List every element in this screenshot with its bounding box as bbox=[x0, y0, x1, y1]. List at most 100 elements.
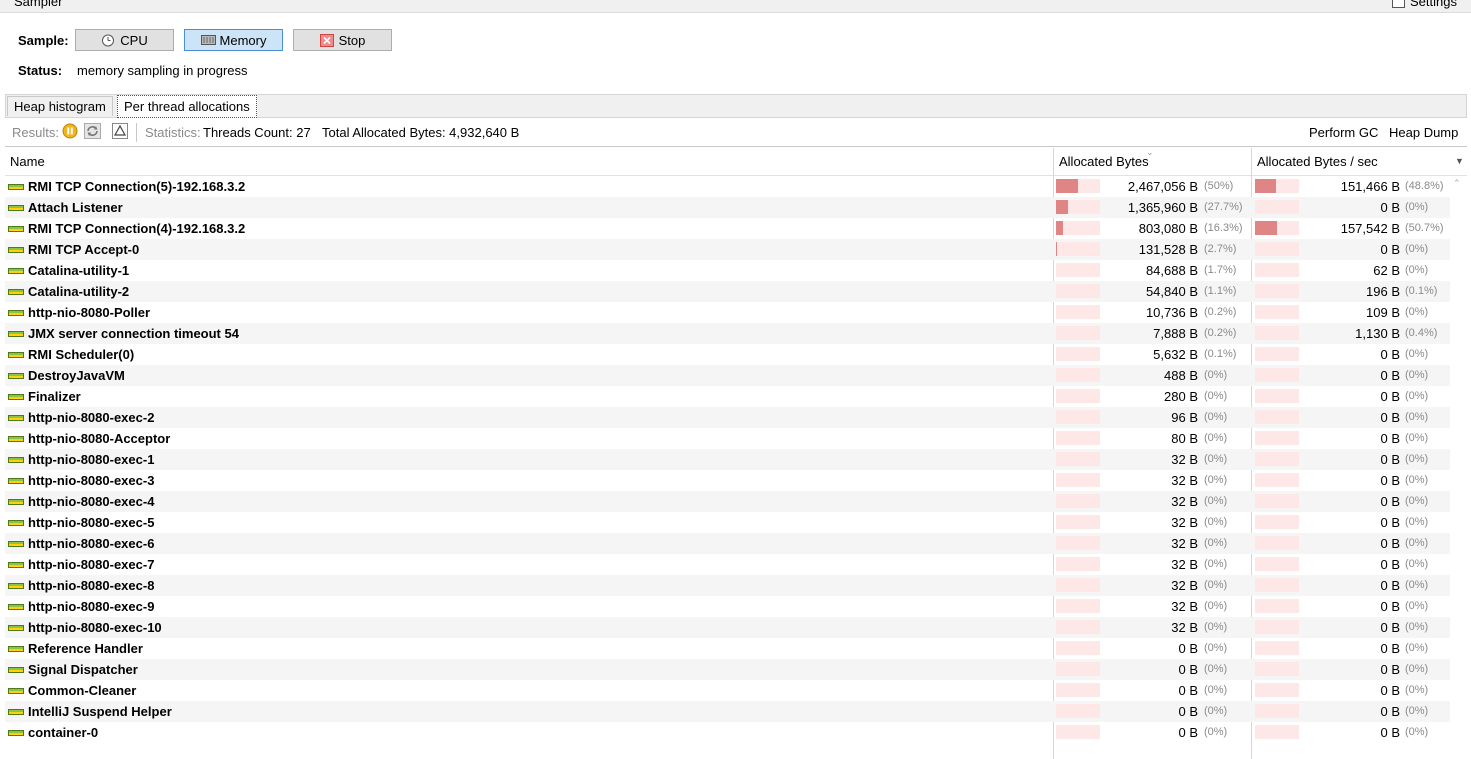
thread-name-cell: DestroyJavaVM bbox=[8, 368, 125, 383]
table-row[interactable]: JMX server connection timeout 54 7,888 B (… bbox=[5, 323, 1450, 344]
thread-name: http-nio-8080-exec-9 bbox=[28, 599, 155, 614]
allocated-bytes-cell: 32 B (0%) bbox=[1053, 533, 1250, 554]
allocated-bytes-percent: (0%) bbox=[1204, 411, 1228, 423]
settings-checkbox[interactable] bbox=[1392, 0, 1406, 8]
thread-name: RMI TCP Connection(4)-192.168.3.2 bbox=[28, 221, 246, 236]
thread-name-cell: http-nio-8080-exec-6 bbox=[8, 536, 154, 551]
column-chooser-icon[interactable]: ▼ bbox=[1452, 148, 1467, 175]
thread-name-cell: http-nio-8080-exec-9 bbox=[8, 599, 154, 614]
allocated-bytes-cell: 0 B (0%) bbox=[1053, 680, 1250, 701]
table-row[interactable]: RMI Scheduler(0) 5,632 B (0.1%) 0 B (0%) bbox=[5, 344, 1450, 365]
thread-name: Catalina-utility-2 bbox=[28, 284, 130, 299]
table-row[interactable]: Catalina-utility-1 84,688 B (1.7%) 62 B (0%) bbox=[5, 260, 1450, 281]
thread-icon bbox=[8, 624, 24, 631]
table-row[interactable]: http-nio-8080-exec-10 32 B (0%) 0 B (0%) bbox=[5, 617, 1450, 638]
table-row[interactable]: http-nio-8080-exec-7 32 B (0%) 0 B (0%) bbox=[5, 554, 1450, 575]
allocated-rate-percent: (0%) bbox=[1405, 453, 1429, 465]
table-row[interactable]: Finalizer 280 B (0%) 0 B (0%) bbox=[5, 386, 1450, 407]
column-header-allocated-bytes-per-sec[interactable]: Allocated Bytes / sec bbox=[1252, 148, 1452, 175]
refresh-icon[interactable] bbox=[84, 123, 101, 142]
column-header-name[interactable]: Name bbox=[5, 148, 1053, 175]
tab-heap-histogram[interactable]: Heap histogram bbox=[7, 96, 113, 116]
thread-name-cell: http-nio-8080-exec-1 bbox=[8, 452, 154, 467]
column-header-allocated-bytes[interactable]: Allocated Bytes ⌄ bbox=[1054, 147, 1251, 175]
table-row[interactable]: Common-Cleaner 0 B (0%) 0 B (0%) bbox=[5, 680, 1450, 701]
thread-name-cell: http-nio-8080-Poller bbox=[8, 305, 150, 320]
thread-name-cell: JMX server connection timeout 54 bbox=[8, 326, 239, 341]
heap-dump-button[interactable]: Heap Dump bbox=[1389, 125, 1458, 140]
vertical-scrollbar[interactable]: ⌃ bbox=[1450, 176, 1467, 759]
allocated-rate-percent: (0%) bbox=[1405, 243, 1429, 255]
thread-icon bbox=[8, 204, 24, 211]
table-row[interactable]: http-nio-8080-exec-1 32 B (0%) 0 B (0%) bbox=[5, 449, 1450, 470]
stop-button[interactable]: Stop bbox=[293, 29, 392, 51]
allocated-bytes-bar bbox=[1056, 704, 1100, 718]
allocated-rate-cell: 62 B (0%) bbox=[1252, 260, 1450, 281]
table-row[interactable]: http-nio-8080-exec-3 32 B (0%) 0 B (0%) bbox=[5, 470, 1450, 491]
thread-name-cell: Catalina-utility-2 bbox=[8, 284, 129, 299]
tab-per-thread-allocations[interactable]: Per thread allocations bbox=[117, 95, 257, 118]
memory-button[interactable]: Memory bbox=[184, 29, 283, 51]
allocated-bytes-cell: 32 B (0%) bbox=[1053, 596, 1250, 617]
allocated-rate-cell: 0 B (0%) bbox=[1252, 701, 1450, 722]
table-row[interactable]: container-0 0 B (0%) 0 B (0%) bbox=[5, 722, 1450, 743]
allocated-bytes-value: 0 B bbox=[1178, 683, 1198, 698]
allocated-rate-percent: (0%) bbox=[1405, 600, 1429, 612]
stop-button-label: Stop bbox=[338, 32, 366, 48]
allocated-rate-percent: (0%) bbox=[1405, 411, 1429, 423]
allocated-bytes-value: 2,467,056 B bbox=[1127, 179, 1198, 194]
allocated-bytes-value: 96 B bbox=[1171, 410, 1198, 425]
allocated-rate-bar bbox=[1255, 578, 1299, 592]
allocated-bytes-percent: (0%) bbox=[1204, 495, 1228, 507]
allocated-rate-bar bbox=[1255, 599, 1299, 613]
allocated-rate-percent: (0%) bbox=[1405, 390, 1429, 402]
table-row[interactable]: Attach Listener 1,365,960 B (27.7%) 0 B (0%) bbox=[5, 197, 1450, 218]
allocated-bytes-bar bbox=[1056, 662, 1100, 676]
table-row[interactable]: http-nio-8080-exec-9 32 B (0%) 0 B (0%) bbox=[5, 596, 1450, 617]
allocated-bytes-value: 84,688 B bbox=[1145, 263, 1198, 278]
allocated-rate-cell: 0 B (0%) bbox=[1252, 386, 1450, 407]
table-row[interactable]: http-nio-8080-exec-5 32 B (0%) 0 B (0%) bbox=[5, 512, 1450, 533]
allocated-rate-value: 0 B bbox=[1380, 557, 1400, 572]
table-row[interactable]: DestroyJavaVM 488 B (0%) 0 B (0%) bbox=[5, 365, 1450, 386]
table-row[interactable]: IntelliJ Suspend Helper 0 B (0%) 0 B (0%) bbox=[5, 701, 1450, 722]
allocated-bytes-bar bbox=[1056, 326, 1100, 340]
settings-toggle[interactable]: Settings bbox=[1392, 0, 1457, 9]
table-row[interactable]: http-nio-8080-Poller 10,736 B (0.2%) 109 B (… bbox=[5, 302, 1450, 323]
table-row[interactable]: http-nio-8080-exec-6 32 B (0%) 0 B (0%) bbox=[5, 533, 1450, 554]
table-row[interactable]: http-nio-8080-exec-8 32 B (0%) 0 B (0%) bbox=[5, 575, 1450, 596]
allocated-rate-percent: (0%) bbox=[1405, 558, 1429, 570]
allocated-bytes-bar bbox=[1056, 431, 1100, 445]
pause-icon[interactable] bbox=[62, 123, 78, 142]
perform-gc-button[interactable]: Perform GC bbox=[1309, 125, 1378, 140]
table-row[interactable]: RMI TCP Accept-0 131,528 B (2.7%) 0 B (0%) bbox=[5, 239, 1450, 260]
table-row[interactable]: http-nio-8080-Acceptor 80 B (0%) 0 B (0%) bbox=[5, 428, 1450, 449]
allocated-bytes-percent: (1.7%) bbox=[1204, 264, 1237, 276]
table-row[interactable]: RMI TCP Connection(4)-192.168.3.2 803,080… bbox=[5, 218, 1450, 239]
statistics-label: Statistics: bbox=[145, 125, 201, 140]
thread-icon bbox=[8, 498, 24, 505]
table-row[interactable]: RMI TCP Connection(5)-192.168.3.2 2,467,0… bbox=[5, 176, 1450, 197]
allocated-rate-cell: 109 B (0%) bbox=[1252, 302, 1450, 323]
thread-icon bbox=[8, 309, 24, 316]
thread-name-cell: RMI TCP Accept-0 bbox=[8, 242, 139, 257]
allocated-rate-bar bbox=[1255, 368, 1299, 382]
allocated-rate-cell: 0 B (0%) bbox=[1252, 449, 1450, 470]
scroll-up-icon[interactable]: ⌃ bbox=[1453, 178, 1461, 189]
allocated-rate-bar bbox=[1255, 704, 1299, 718]
allocated-bytes-value: 10,736 B bbox=[1145, 305, 1198, 320]
table-row[interactable]: http-nio-8080-exec-2 96 B (0%) 0 B (0%) bbox=[5, 407, 1450, 428]
table-row[interactable]: Signal Dispatcher 0 B (0%) 0 B (0%) bbox=[5, 659, 1450, 680]
thread-name: http-nio-8080-exec-8 bbox=[28, 578, 155, 593]
table-row[interactable]: Reference Handler 0 B (0%) 0 B (0%) bbox=[5, 638, 1450, 659]
table-row[interactable]: http-nio-8080-exec-4 32 B (0%) 0 B (0%) bbox=[5, 491, 1450, 512]
thread-name-cell: container-0 bbox=[8, 725, 98, 740]
thread-name-cell: http-nio-8080-Acceptor bbox=[8, 431, 170, 446]
delta-icon[interactable] bbox=[112, 123, 128, 142]
allocated-bytes-percent: (27.7%) bbox=[1204, 201, 1243, 213]
allocated-bytes-bar bbox=[1056, 725, 1100, 739]
cpu-button[interactable]: CPU bbox=[75, 29, 174, 51]
allocated-bytes-percent: (0.1%) bbox=[1204, 348, 1237, 360]
allocated-bytes-value: 280 B bbox=[1164, 389, 1198, 404]
table-row[interactable]: Catalina-utility-2 54,840 B (1.1%) 196 B (0.… bbox=[5, 281, 1450, 302]
